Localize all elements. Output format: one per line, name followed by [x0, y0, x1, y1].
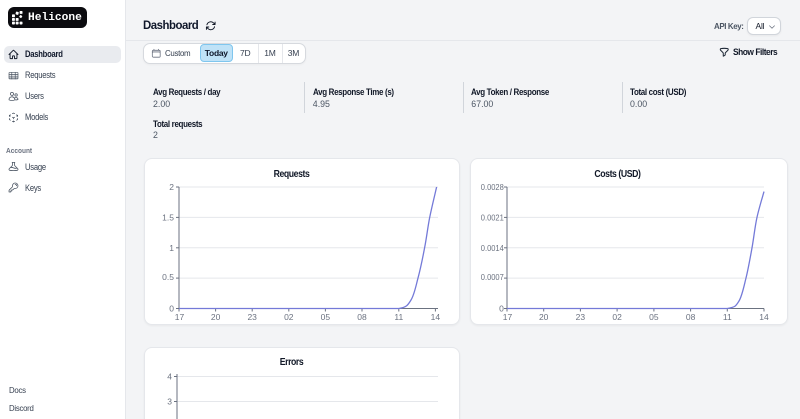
svg-text:20: 20 [539, 312, 549, 322]
svg-text:08: 08 [357, 312, 367, 322]
svg-text:11: 11 [723, 312, 732, 322]
svg-text:0.0028: 0.0028 [481, 182, 504, 192]
svg-text:0: 0 [169, 304, 174, 314]
svg-text:08: 08 [686, 312, 696, 322]
svg-text:23: 23 [247, 312, 257, 322]
svg-text:4: 4 [167, 372, 172, 382]
svg-text:11: 11 [394, 312, 403, 322]
svg-text:1.5: 1.5 [162, 212, 174, 222]
svg-text:2: 2 [169, 182, 174, 192]
svg-text:05: 05 [649, 312, 659, 322]
svg-text:05: 05 [321, 312, 331, 322]
svg-text:0.5: 0.5 [162, 272, 174, 282]
svg-text:17: 17 [503, 312, 513, 322]
svg-text:0.0007: 0.0007 [481, 272, 504, 282]
svg-text:02: 02 [284, 312, 294, 322]
svg-text:1: 1 [169, 243, 174, 253]
svg-text:14: 14 [759, 312, 769, 322]
svg-text:0.0014: 0.0014 [481, 243, 504, 253]
svg-text:3: 3 [167, 397, 172, 407]
svg-text:14: 14 [431, 312, 441, 322]
svg-text:02: 02 [612, 312, 622, 322]
svg-text:0.0021: 0.0021 [481, 212, 504, 222]
svg-text:17: 17 [175, 312, 185, 322]
svg-text:20: 20 [211, 312, 221, 322]
svg-text:23: 23 [576, 312, 586, 322]
